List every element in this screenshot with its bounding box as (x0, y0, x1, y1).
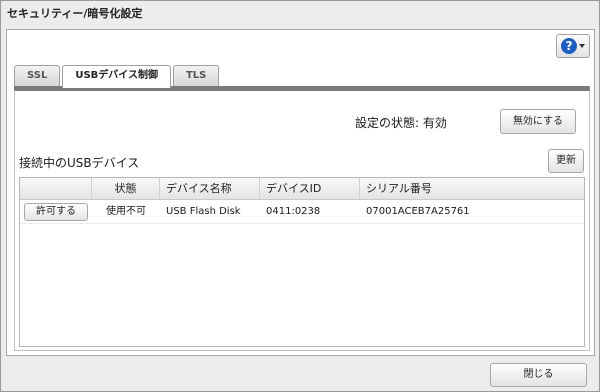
device-name: USB Flash Disk (166, 206, 241, 217)
usb-device-table: 状態 デバイス名称 デバイスID シリアル番号 許可する 使用不可 USB Fl… (19, 177, 585, 347)
column-header-device-name[interactable]: デバイス名称 (160, 178, 260, 200)
refresh-button[interactable]: 更新 (548, 149, 584, 173)
setting-status: 設定の状態: 有効 (355, 116, 447, 130)
table-header: 状態 デバイス名称 デバイスID シリアル番号 (20, 178, 584, 200)
action-cell: 許可する (20, 200, 92, 224)
disable-button[interactable]: 無効にする (500, 109, 576, 134)
table-row[interactable]: 許可する 使用不可 USB Flash Disk 0411:0238 07001… (20, 200, 584, 224)
tab-usb-device-control[interactable]: USBデバイス制御 (62, 65, 171, 88)
help-icon: ? (561, 38, 577, 54)
device-status: 使用不可 (106, 206, 146, 217)
dialog-title: セキュリティー/暗号化設定 (1, 1, 599, 27)
chevron-down-icon (579, 44, 585, 48)
tab-tls[interactable]: TLS (172, 65, 220, 87)
help-button[interactable]: ? (556, 34, 590, 58)
tab-ssl[interactable]: SSL (14, 65, 61, 87)
column-header-status[interactable]: 状態 (92, 178, 160, 200)
column-header-serial[interactable]: シリアル番号 (360, 178, 584, 200)
close-button[interactable]: 閉じる (490, 363, 587, 387)
device-id: 0411:0238 (266, 206, 321, 217)
allow-button[interactable]: 許可する (24, 203, 88, 221)
device-serial: 07001ACEB7A25761 (366, 206, 470, 217)
main-panel: ? SSL USBデバイス制御 TLS 設定の状態: 有効 無効にする 接続中の… (6, 29, 595, 356)
column-header-device-id[interactable]: デバイスID (260, 178, 360, 200)
tab-content: 設定の状態: 有効 無効にする 接続中のUSBデバイス 更新 状態 デバイス名称… (14, 91, 590, 351)
column-header-action (20, 178, 92, 200)
security-encryption-dialog: セキュリティー/暗号化設定 ? SSL USBデバイス制御 TLS 設定の状態:… (0, 0, 600, 392)
connected-devices-title: 接続中のUSBデバイス (19, 156, 140, 170)
tab-bar: SSL USBデバイス制御 TLS (14, 65, 220, 88)
